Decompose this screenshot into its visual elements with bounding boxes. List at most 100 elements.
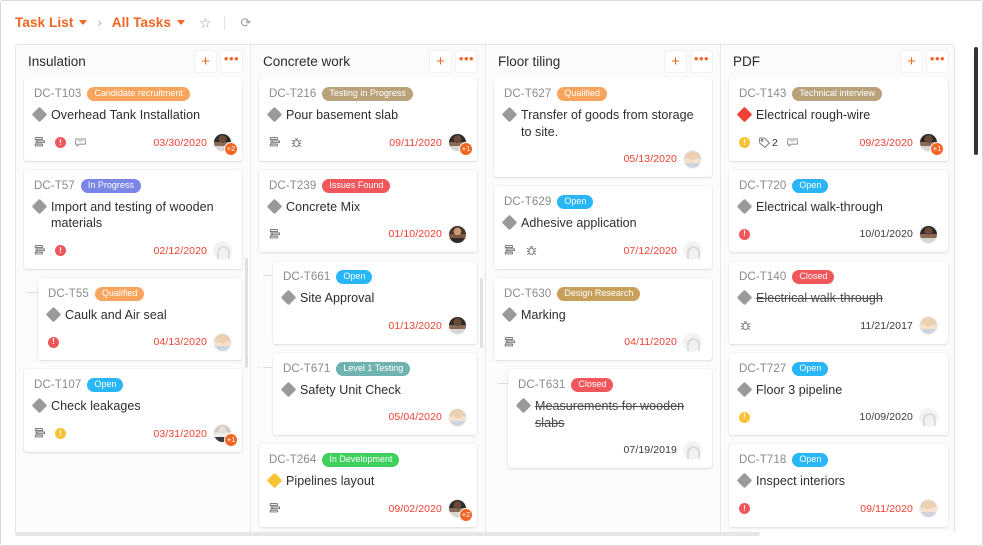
- task-card[interactable]: DC-T727 Open Floor 3 pipeline! 10/09/2020: [729, 352, 948, 435]
- subtask-connector: [28, 291, 38, 293]
- task-card[interactable]: DC-T629 Open Adhesive application 07/12/20…: [494, 186, 712, 269]
- extra-assignees-badge: +1: [459, 142, 473, 156]
- task-card[interactable]: DC-T140 Closed Electrical walk-through 11/…: [729, 261, 948, 344]
- add-card-button[interactable]: +: [665, 51, 686, 72]
- task-card[interactable]: DC-T216 Testing in Progress Pour basement …: [259, 78, 477, 161]
- task-card[interactable]: DC-T57 In Progress Import and testing of w…: [24, 169, 242, 269]
- card-footer-right: 10/01/2020: [859, 224, 938, 244]
- avatar[interactable]: [683, 241, 702, 260]
- avatar[interactable]: [919, 407, 938, 427]
- card-footer-right: 03/30/2020 +2: [153, 133, 238, 156]
- avatar-image: [449, 225, 466, 243]
- breadcrumb-item-all-tasks[interactable]: All Tasks: [112, 15, 185, 30]
- avatar[interactable]: +2: [448, 499, 473, 522]
- task-card[interactable]: DC-T718 Open Inspect interiors! 09/11/2020: [729, 444, 948, 527]
- column-title: Concrete work: [263, 54, 351, 69]
- task-id: DC-T720: [739, 179, 787, 192]
- card-footer: 04/11/2020: [504, 332, 702, 352]
- severity-diamond-icon: [280, 381, 297, 397]
- task-card[interactable]: DC-T630 Design Research Marking 04/11/2020: [494, 277, 712, 360]
- card-title-row: Safety Unit Check: [280, 381, 467, 399]
- card-title-row: Measurements for wooden slabs: [515, 397, 702, 431]
- card-meta-row: DC-T143 Technical interview: [739, 87, 938, 101]
- task-card[interactable]: DC-T627 Qualified Transfer of goods from s…: [494, 78, 712, 177]
- card-meta-row: DC-T57 In Progress: [34, 178, 232, 193]
- star-icon[interactable]: ☆: [199, 16, 212, 30]
- board-horizontal-scrollbar[interactable]: [15, 532, 760, 536]
- status-badge: Issues Found: [322, 178, 391, 193]
- task-card[interactable]: DC-T55 Qualified Caulk and Air seal! 04/13/…: [28, 277, 242, 360]
- avatar[interactable]: [213, 241, 232, 260]
- due-date: 09/02/2020: [388, 502, 442, 515]
- status-badge: Design Research: [557, 286, 641, 301]
- column-title: Insulation: [28, 54, 86, 69]
- task-card[interactable]: DC-T103 Candidate recruitment Overhead Tan…: [24, 78, 242, 161]
- avatar[interactable]: +1: [213, 424, 238, 447]
- column-more-options-button[interactable]: •••: [456, 51, 477, 72]
- subtask-icon: [504, 244, 517, 257]
- avatar[interactable]: [448, 407, 467, 427]
- task-id: DC-T661: [283, 271, 331, 283]
- card-footer: 05/04/2020: [283, 407, 467, 427]
- card-meta-row: DC-T264 In Development: [269, 453, 467, 467]
- task-card[interactable]: DC-T631 Closed Measurements for wooden sla…: [498, 369, 712, 468]
- avatar[interactable]: [683, 149, 702, 169]
- add-card-button[interactable]: +: [430, 51, 451, 72]
- card-footer-icons: [504, 244, 623, 257]
- extra-assignees-badge: +2: [459, 508, 473, 522]
- column-scrollbar[interactable]: [480, 278, 483, 348]
- task-title: Transfer of goods from storage to site.: [521, 108, 694, 139]
- avatar[interactable]: +1: [448, 133, 473, 156]
- task-id: DC-T55: [48, 287, 89, 300]
- column-more-options-button[interactable]: •••: [221, 51, 242, 72]
- add-card-button[interactable]: +: [195, 51, 216, 72]
- avatar-image: [920, 500, 937, 517]
- column-scrollbar[interactable]: [245, 258, 248, 368]
- divider: [223, 15, 225, 30]
- refresh-icon[interactable]: ⟳: [241, 16, 252, 29]
- task-card[interactable]: DC-T661 Open Site Approval 01/13/2020: [263, 261, 477, 344]
- avatar[interactable]: [213, 332, 232, 352]
- avatar[interactable]: [448, 224, 467, 244]
- card-meta-row: DC-T661 Open: [283, 270, 467, 284]
- due-date: 01/10/2020: [388, 228, 442, 240]
- task-card[interactable]: DC-T239 Issues Found Concrete Mix 01/10/20…: [259, 169, 477, 252]
- task-card[interactable]: DC-T143 Technical interview Electrical rou…: [729, 78, 948, 161]
- add-card-button[interactable]: +: [901, 51, 922, 72]
- subtask-icon: [34, 427, 47, 440]
- status-badge: Open: [792, 178, 829, 193]
- card-meta-row: DC-T630 Design Research: [504, 286, 702, 301]
- severity-diamond-icon: [266, 106, 283, 123]
- due-date: 10/01/2020: [859, 228, 913, 240]
- task-id: DC-T216: [269, 88, 317, 100]
- column-header: Insulation + •••: [16, 45, 250, 78]
- avatar[interactable]: [919, 224, 938, 244]
- avatar[interactable]: [919, 499, 938, 518]
- avatar[interactable]: [683, 332, 702, 352]
- card-footer: 07/19/2019: [518, 440, 702, 460]
- due-date: 09/11/2020: [860, 502, 913, 515]
- task-card[interactable]: DC-T671 Level 1 Testing Safety Unit Check 0…: [263, 352, 477, 435]
- breadcrumb-item-task-list[interactable]: Task List: [15, 15, 88, 30]
- column-more-options-button[interactable]: •••: [691, 51, 712, 72]
- board-vertical-scrollbar[interactable]: [974, 47, 978, 155]
- severity-diamond-icon: [501, 214, 518, 231]
- task-card[interactable]: DC-T720 Open Electrical walk-through! 10/01…: [729, 169, 948, 252]
- avatar[interactable]: +1: [919, 133, 944, 156]
- column-card-list: DC-T143 Technical interview Electrical rou…: [721, 78, 954, 532]
- status-badge: Closed: [571, 378, 614, 392]
- card-footer-icons: [269, 228, 388, 241]
- column-header: Floor tiling + •••: [486, 45, 720, 78]
- column-more-options-button[interactable]: •••: [927, 51, 948, 72]
- card-footer: ! 2 09/23/2020 +1: [739, 133, 944, 156]
- avatar[interactable]: [919, 316, 938, 335]
- card-footer-right: 09/23/2020 +1: [859, 133, 944, 156]
- task-id: DC-T140: [739, 271, 787, 283]
- task-card[interactable]: DC-T264 In Development Pipelines layout 09…: [259, 444, 477, 527]
- avatar[interactable]: [448, 316, 467, 335]
- task-card[interactable]: DC-T107 Open Check leakages ! 03/31/2020 +1: [24, 369, 242, 452]
- avatar[interactable]: +2: [213, 133, 238, 156]
- due-date: 09/11/2020: [389, 136, 442, 149]
- card-footer-right: 04/13/2020: [153, 332, 232, 352]
- avatar[interactable]: [683, 440, 702, 460]
